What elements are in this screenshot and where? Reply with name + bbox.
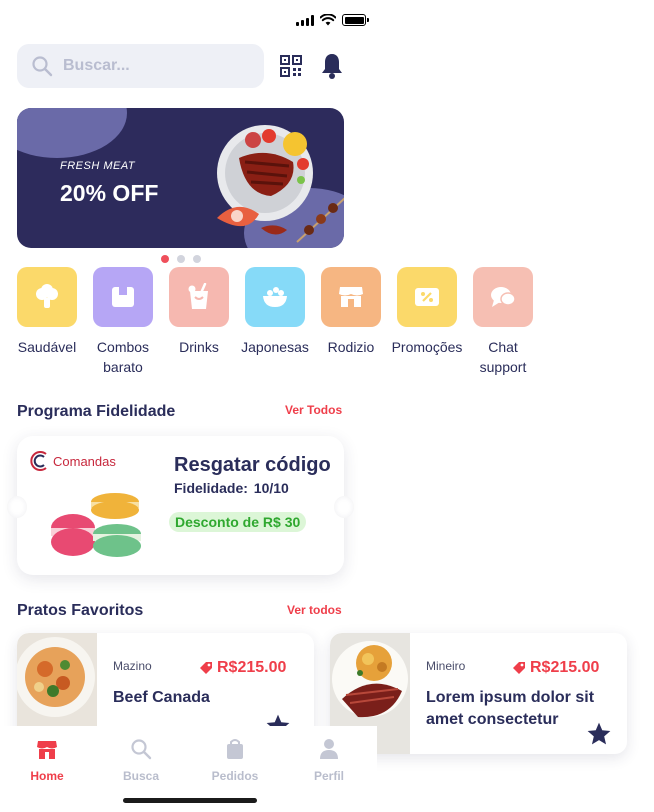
loyalty-card[interactable]: Comandas Resgatar código Fidelidade: 10/…	[7, 436, 354, 575]
category-tile[interactable]	[321, 267, 381, 327]
nav-label: Pedidos	[211, 769, 259, 783]
star-icon[interactable]	[586, 721, 612, 747]
box-icon	[112, 287, 134, 307]
carousel-dot[interactable]	[193, 255, 201, 263]
bottom-navigation: Home Busca Pedidos Perfil	[0, 726, 377, 796]
drink-icon	[188, 283, 208, 309]
carousel-dot[interactable]	[177, 255, 185, 263]
user-icon	[320, 739, 338, 759]
bell-icon[interactable]	[320, 52, 344, 80]
bag-icon	[227, 739, 243, 759]
fidelity-counter: Fidelidade: 10/10	[174, 480, 289, 496]
chat-icon	[491, 287, 516, 307]
dish-price: R$215.00	[199, 659, 286, 677]
nav-item-home[interactable]: Home	[0, 726, 94, 796]
promo-banner[interactable]: FRESH MEAT 20% OFF	[17, 108, 344, 248]
category-label: Rodizio	[327, 339, 375, 355]
price-value: R$215.00	[217, 659, 287, 676]
category-tile[interactable]	[169, 267, 229, 327]
favorites-section-title: Pratos Favoritos	[17, 602, 144, 619]
dish-price: R$215.00	[512, 659, 599, 677]
category-label: Chat support	[479, 339, 527, 375]
favorites-see-all-link[interactable]: Ver todos	[287, 603, 342, 617]
restaurant-name: Mineiro	[426, 659, 466, 673]
price-value: R$215.00	[530, 659, 600, 676]
status-bar	[296, 14, 369, 26]
category-list: Saudável Combos barato Drinks Japonesas …	[0, 267, 560, 377]
category-item[interactable]: Rodizio	[313, 267, 389, 357]
qr-code-icon[interactable]	[280, 55, 302, 77]
category-tile[interactable]	[473, 267, 533, 327]
restaurant-name: Mazino	[113, 659, 152, 673]
category-label: Combos barato	[96, 339, 150, 375]
signal-icon	[296, 14, 314, 26]
nav-item-perfil[interactable]: Perfil	[282, 726, 376, 796]
loyalty-see-all-link[interactable]: Ver Todos	[285, 403, 342, 417]
category-item[interactable]: Japonesas	[237, 267, 313, 357]
comandas-logo-icon	[30, 451, 47, 471]
nav-label: Home	[30, 769, 64, 783]
nav-label: Busca	[122, 769, 160, 783]
coupon-icon	[415, 288, 439, 306]
wifi-icon	[320, 14, 336, 26]
bowl-icon	[263, 287, 287, 307]
category-tile[interactable]	[17, 267, 77, 327]
search-icon	[32, 56, 53, 77]
discount-badge: Desconto de R$ 30	[169, 512, 307, 532]
category-tile[interactable]	[93, 267, 153, 327]
carousel-dot[interactable]	[161, 255, 169, 263]
search-bar[interactable]	[17, 44, 264, 88]
banner-tagline: FRESH MEAT	[60, 160, 136, 172]
broccoli-icon	[36, 284, 58, 308]
nav-item-busca[interactable]: Busca	[94, 726, 188, 796]
home-icon	[37, 741, 57, 759]
category-item[interactable]: Drinks	[161, 267, 237, 357]
category-label: Japonesas	[241, 339, 309, 355]
brand-logo: Comandas	[29, 450, 116, 472]
dish-name: Beef Canada	[113, 689, 210, 706]
brand-name: Comandas	[53, 453, 116, 469]
macaron-image	[51, 493, 141, 557]
category-item[interactable]: Promoções	[389, 267, 465, 357]
category-label: Promoções	[391, 339, 463, 355]
battery-icon	[342, 14, 369, 26]
banner-offer: 20% OFF	[60, 180, 159, 206]
meat-plate-image	[217, 125, 344, 243]
carousel-indicator	[161, 255, 201, 263]
category-tile[interactable]	[245, 267, 305, 327]
category-item[interactable]: Saudável	[9, 267, 85, 357]
nav-item-pedidos[interactable]: Pedidos	[188, 726, 282, 796]
search-icon	[131, 739, 152, 760]
category-label: Drinks	[179, 339, 219, 355]
loyalty-title: Resgatar código	[174, 454, 331, 476]
home-indicator[interactable]	[123, 798, 257, 803]
category-label: Saudável	[17, 339, 77, 355]
nav-label: Perfil	[313, 769, 344, 783]
price-tag-icon	[200, 662, 212, 674]
store-icon	[339, 287, 363, 307]
price-tag-icon	[513, 662, 525, 674]
category-item[interactable]: Combos barato	[85, 267, 161, 377]
loyalty-section-title: Programa Fidelidade	[17, 403, 176, 420]
search-input[interactable]	[63, 57, 233, 75]
category-item[interactable]: Chat support	[465, 267, 541, 377]
category-tile[interactable]	[397, 267, 457, 327]
